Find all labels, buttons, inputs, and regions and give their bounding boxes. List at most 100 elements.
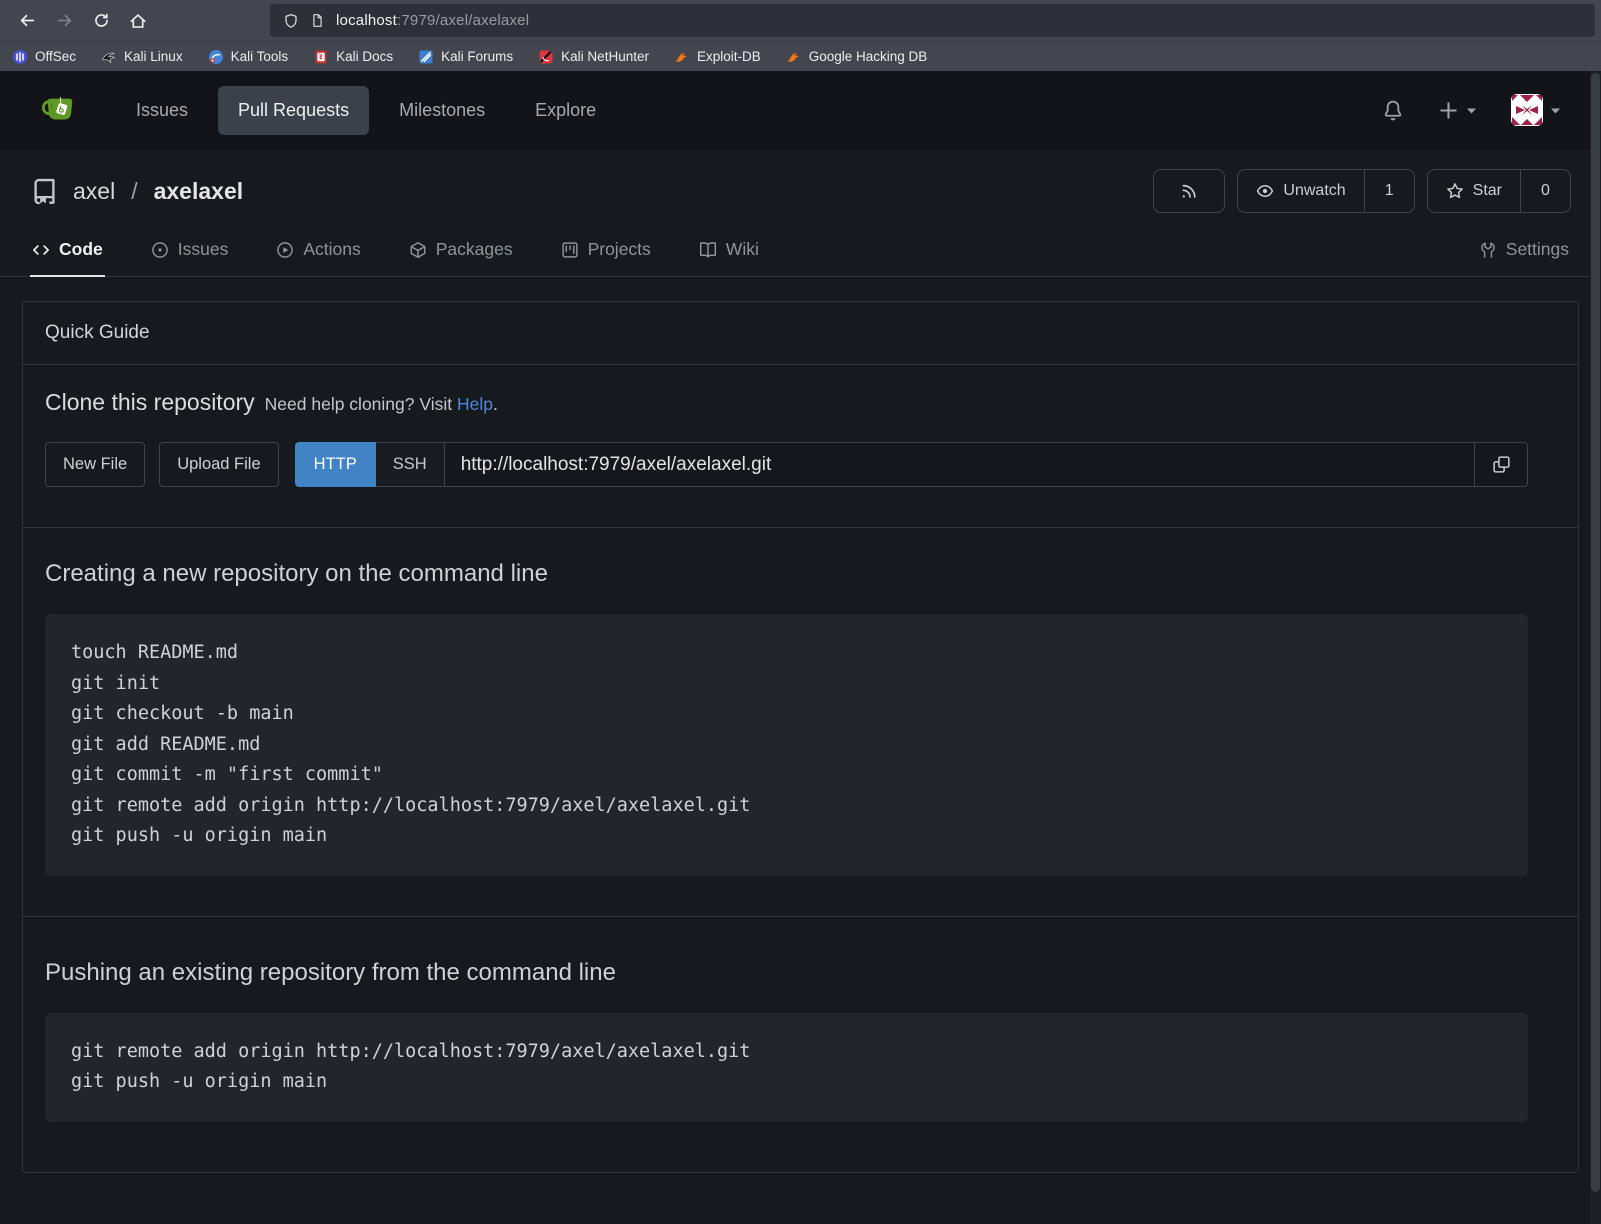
- push-existing-code: git remote add origin http://localhost:7…: [45, 1013, 1528, 1122]
- unwatch-label: Unwatch: [1283, 182, 1345, 200]
- plus-icon: [1438, 100, 1459, 121]
- home-button[interactable]: [121, 5, 155, 37]
- clone-url-group: HTTP SSH: [295, 442, 1528, 487]
- bookmark-offsec[interactable]: OffSec: [12, 49, 76, 65]
- eye-icon: [1256, 182, 1274, 200]
- forward-icon: [56, 12, 73, 29]
- code-icon: [32, 241, 50, 259]
- tab-actions[interactable]: Actions: [274, 227, 362, 277]
- navbar-right: [1382, 94, 1561, 126]
- watchers-count[interactable]: 1: [1364, 170, 1414, 212]
- bookmark-exploit-db[interactable]: Exploit-DB: [674, 49, 761, 65]
- back-icon: [19, 12, 36, 29]
- bookmark-kali-docs[interactable]: Kali Docs: [313, 49, 393, 65]
- clone-help-text: Need help cloning? Visit Help.: [265, 394, 498, 414]
- nav-item-issues[interactable]: Issues: [116, 86, 208, 135]
- help-link[interactable]: Help: [457, 394, 493, 414]
- reload-icon: [93, 12, 110, 29]
- issue-opened-icon: [151, 241, 169, 259]
- quick-guide-panel: Quick Guide Clone this repositoryNeed he…: [22, 301, 1579, 1173]
- repo-title: axel / axelaxel: [30, 177, 243, 206]
- star-label: Star: [1473, 182, 1502, 200]
- url-path: :7979/axel/axelaxel: [397, 12, 529, 29]
- avatar: [1511, 94, 1543, 126]
- offsec-icon: [12, 49, 28, 65]
- create-repo-heading: Creating a new repository on the command…: [45, 560, 1528, 588]
- copy-button[interactable]: [1474, 442, 1528, 487]
- exploit-db-icon: [674, 49, 690, 65]
- bookmark-kali-forums[interactable]: Kali Forums: [418, 49, 513, 65]
- scrollbar-thumb[interactable]: [1591, 73, 1600, 1192]
- nav-item-explore[interactable]: Explore: [515, 86, 616, 135]
- bookmarks-bar: OffSec Kali Linux Kali Tools Kali Docs K…: [0, 41, 1601, 71]
- nav-item-milestones[interactable]: Milestones: [379, 86, 505, 135]
- repo-tabs: Code Issues Actions Packages Projects Wi…: [0, 227, 1601, 277]
- create-new-button[interactable]: [1438, 100, 1477, 121]
- repo-icon: [30, 177, 59, 206]
- new-file-button[interactable]: New File: [45, 442, 145, 487]
- notifications-button[interactable]: [1382, 99, 1404, 121]
- clone-controls: New File Upload File HTTP SSH: [45, 442, 1528, 487]
- kali-tools-icon: [208, 49, 224, 65]
- repo-actions: Unwatch 1 Star 0: [1153, 169, 1571, 213]
- book-icon: [699, 241, 717, 259]
- bell-icon: [1382, 99, 1404, 121]
- bookmark-kali-nethunter[interactable]: Kali NetHunter: [538, 49, 649, 65]
- gitea-navbar: Issues Pull Requests Milestones Explore: [0, 71, 1601, 149]
- reload-button[interactable]: [84, 5, 118, 37]
- forward-button[interactable]: [47, 5, 81, 37]
- kali-forums-icon: [418, 49, 434, 65]
- scrollbar[interactable]: [1590, 71, 1601, 1224]
- google-hacking-db-icon: [786, 49, 802, 65]
- navbar-links: Issues Pull Requests Milestones Explore: [116, 86, 616, 135]
- push-existing-section: Pushing an existing repository from the …: [23, 917, 1578, 1172]
- kali-docs-icon: [313, 49, 329, 65]
- tools-icon: [1479, 241, 1497, 259]
- tab-code[interactable]: Code: [30, 227, 105, 277]
- tab-issues[interactable]: Issues: [149, 227, 231, 277]
- bookmark-kali-tools[interactable]: Kali Tools: [208, 49, 289, 65]
- create-repo-section: Creating a new repository on the command…: [23, 528, 1578, 917]
- unwatch-button[interactable]: Unwatch 1: [1237, 169, 1414, 213]
- repo-separator: /: [131, 178, 137, 205]
- repo-name-link[interactable]: axelaxel: [154, 178, 244, 205]
- clone-heading: Clone this repositoryNeed help cloning? …: [45, 389, 1528, 416]
- shield-icon[interactable]: [283, 13, 299, 29]
- project-icon: [561, 241, 579, 259]
- user-menu-button[interactable]: [1511, 94, 1561, 126]
- package-icon: [409, 241, 427, 259]
- page-info-icon[interactable]: [310, 13, 325, 28]
- bookmark-kali-linux[interactable]: Kali Linux: [101, 49, 183, 65]
- url-text: localhost:7979/axel/axelaxel: [336, 12, 529, 29]
- tab-wiki[interactable]: Wiki: [697, 227, 761, 277]
- gitea-page: Issues Pull Requests Milestones Explore: [0, 71, 1601, 1224]
- kali-linux-icon: [101, 49, 117, 65]
- gitea-logo[interactable]: [40, 91, 78, 129]
- create-repo-code: touch README.md git init git checkout -b…: [45, 614, 1528, 876]
- copy-icon: [1492, 455, 1511, 474]
- chevron-down-icon: [1466, 106, 1477, 115]
- quick-guide-title: Quick Guide: [23, 302, 1578, 365]
- tab-packages[interactable]: Packages: [407, 227, 515, 277]
- rss-button[interactable]: [1153, 169, 1225, 213]
- url-host: localhost: [336, 12, 397, 29]
- kali-nethunter-icon: [538, 49, 554, 65]
- browser-toolbar: localhost:7979/axel/axelaxel: [0, 0, 1601, 41]
- clone-url-input[interactable]: [444, 442, 1474, 487]
- url-bar[interactable]: localhost:7979/axel/axelaxel: [270, 4, 1595, 37]
- tab-projects[interactable]: Projects: [559, 227, 653, 277]
- http-button[interactable]: HTTP: [295, 442, 376, 487]
- star-button[interactable]: Star 0: [1427, 169, 1571, 213]
- nav-item-pull-requests[interactable]: Pull Requests: [218, 86, 369, 135]
- ssh-button[interactable]: SSH: [376, 442, 444, 487]
- stars-count[interactable]: 0: [1520, 170, 1570, 212]
- repo-header: axel / axelaxel Unwatch 1 Star 0: [0, 149, 1601, 213]
- tab-settings[interactable]: Settings: [1477, 227, 1571, 277]
- upload-file-button[interactable]: Upload File: [159, 442, 278, 487]
- push-existing-heading: Pushing an existing repository from the …: [45, 959, 1528, 987]
- rss-icon: [1180, 182, 1198, 200]
- back-button[interactable]: [10, 5, 44, 37]
- repo-owner-link[interactable]: axel: [73, 178, 115, 205]
- home-icon: [129, 12, 147, 30]
- bookmark-google-hacking-db[interactable]: Google Hacking DB: [786, 49, 928, 65]
